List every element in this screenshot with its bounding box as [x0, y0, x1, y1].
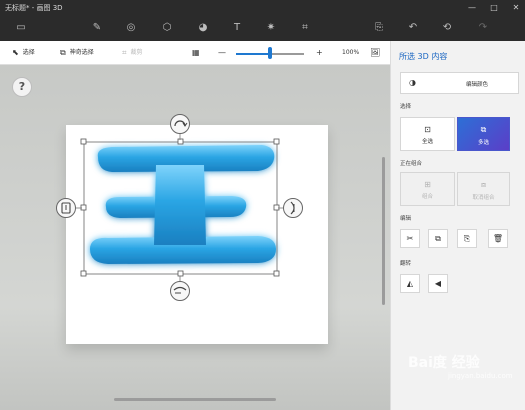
3d-text-object[interactable] — [90, 145, 276, 264]
undo-icon[interactable]: ↶ — [406, 21, 420, 35]
group-button[interactable]: ⊞ 组合 — [400, 172, 455, 206]
handle-top-right[interactable] — [273, 138, 280, 145]
rotate-y-handle[interactable] — [278, 198, 303, 218]
2d-shapes-icon[interactable]: ◎ — [124, 21, 138, 35]
effects-icon[interactable]: ✷ — [264, 21, 278, 35]
zoom-value: 100% — [342, 49, 360, 56]
select-section-label: 选择 — [400, 104, 412, 110]
paint-3d-window: 无标题* - 画图 3D — □ ✕ ▭ ✎ ◎ ⬡ ◕ T ✷ ⌗ ⎘ ↶ ⟲… — [0, 0, 525, 410]
handle-bottom-left[interactable] — [80, 270, 87, 277]
flip-horizontal-icon: ◭ — [406, 279, 414, 288]
handle-bottom-right[interactable] — [273, 270, 280, 277]
paste-icon[interactable]: ⎘ — [372, 21, 386, 35]
view-mode-button[interactable]: 🖼︎ — [370, 47, 380, 59]
select-label: 选择 — [22, 49, 35, 56]
depth-handle[interactable] — [56, 198, 83, 218]
crop-label: 裁剪 — [130, 49, 143, 56]
magic-select-button[interactable]: ⧉ 神奇选择 — [60, 47, 94, 59]
multi-select-button[interactable]: ⧉ 多选 — [457, 117, 510, 151]
copy-icon: ⧉ — [435, 234, 441, 243]
magic-select-icon: ⧉ — [60, 48, 66, 57]
brushes-icon[interactable]: ✎ — [90, 21, 104, 35]
stickers-icon[interactable]: ◕ — [196, 21, 210, 35]
multi-select-icon: ⧉ — [480, 125, 487, 134]
handle-middle-left[interactable] — [80, 204, 87, 211]
delete-button[interactable]: 🗑︎ — [488, 229, 508, 248]
image-icon: 🖼︎ — [370, 48, 381, 57]
grid-icon: ▦ — [192, 48, 200, 57]
redo-icon[interactable]: ↷ — [476, 21, 490, 35]
ungroup-button[interactable]: ⧈ 取消组合 — [457, 172, 510, 206]
palette-icon: ◑ — [409, 78, 416, 87]
grid-toggle[interactable]: ▦ — [192, 47, 200, 59]
paste-icon: ⎘ — [463, 234, 471, 243]
handle-top-left[interactable] — [80, 138, 87, 145]
watermark-url: jingyan.baidu.com — [448, 372, 513, 380]
zoom-in-button[interactable]: + — [316, 47, 323, 59]
window-controls: — □ ✕ — [467, 0, 521, 16]
select-all-icon: ⊡ — [424, 125, 431, 134]
maximize-button[interactable]: □ — [489, 0, 499, 16]
text-icon[interactable]: T — [230, 21, 244, 35]
canvas-icon[interactable]: ⌗ — [298, 21, 312, 35]
cursor-icon: ⬉ — [12, 48, 19, 57]
copy-button[interactable]: ⧉ — [428, 229, 448, 248]
3d-shapes-icon[interactable]: ⬡ — [160, 21, 174, 35]
window-title: 无标题* - 画图 3D — [5, 4, 63, 12]
zoom-slider-fill — [236, 53, 270, 55]
edit-color-label: 编辑颜色 — [466, 82, 489, 88]
rotate-x-handle[interactable] — [170, 276, 190, 301]
history-icon[interactable]: ⟲ — [440, 21, 454, 35]
magic-select-label: 神奇选择 — [69, 49, 94, 56]
handle-top-middle[interactable] — [177, 138, 184, 145]
wang-vertical-stroke — [154, 165, 206, 245]
zoom-slider-thumb[interactable] — [268, 47, 272, 59]
menu-icon[interactable]: ▭ — [14, 21, 28, 35]
minus-icon: — — [218, 48, 226, 57]
crop-button[interactable]: ⌗ 裁剪 — [122, 47, 143, 59]
flip-vertical-icon: ◀ — [434, 279, 442, 288]
minimize-button[interactable]: — — [467, 0, 477, 16]
select-button[interactable]: ⬉ 选择 — [12, 47, 35, 59]
rotate-z-handle[interactable] — [170, 114, 190, 141]
group-icon: ⊞ — [424, 180, 431, 189]
delete-icon: 🗑︎ — [492, 234, 504, 243]
close-button[interactable]: ✕ — [511, 0, 521, 16]
plus-icon: + — [316, 48, 323, 57]
handle-middle-right[interactable] — [273, 204, 280, 211]
watermark-logo: Bai度 经验 — [408, 355, 480, 371]
flip-section-label: 翻转 — [400, 261, 412, 267]
paste-button[interactable]: ⎘ — [457, 229, 477, 248]
horizontal-scrollbar[interactable] — [114, 398, 276, 401]
select-all-button[interactable]: ⊡ 全选 — [400, 117, 455, 151]
flip-horizontal-button[interactable]: ◭ — [400, 274, 420, 293]
zoom-out-button[interactable]: — — [218, 47, 226, 59]
flip-vertical-button[interactable]: ◀ — [428, 274, 448, 293]
grouping-section-label: 正在组合 — [400, 161, 423, 167]
edit-section-label: 编辑 — [400, 216, 412, 222]
canvas-area[interactable]: ? — [0, 65, 390, 410]
secondary-toolbar: ⬉ 选择 ⧉ 神奇选择 ⌗ 裁剪 ▦ — + 100% 🖼︎ — [0, 41, 390, 65]
title-bar: 无标题* - 画图 3D — □ ✕ — [0, 0, 525, 16]
selection-layer — [56, 114, 303, 301]
panel-title: 所选 3D 内容 — [399, 52, 448, 61]
vertical-scrollbar[interactable] — [382, 157, 385, 305]
cut-icon: ✂ — [406, 234, 414, 243]
ungroup-icon: ⧈ — [480, 180, 487, 189]
cut-button[interactable]: ✂ — [400, 229, 420, 248]
crop-icon: ⌗ — [122, 48, 127, 57]
command-bar: ▭ ✎ ◎ ⬡ ◕ T ✷ ⌗ ⎘ ↶ ⟲ ↷ — [0, 16, 525, 41]
edit-color-button[interactable]: ◑ 编辑颜色 — [400, 72, 519, 94]
handle-bottom-middle[interactable] — [177, 270, 184, 277]
